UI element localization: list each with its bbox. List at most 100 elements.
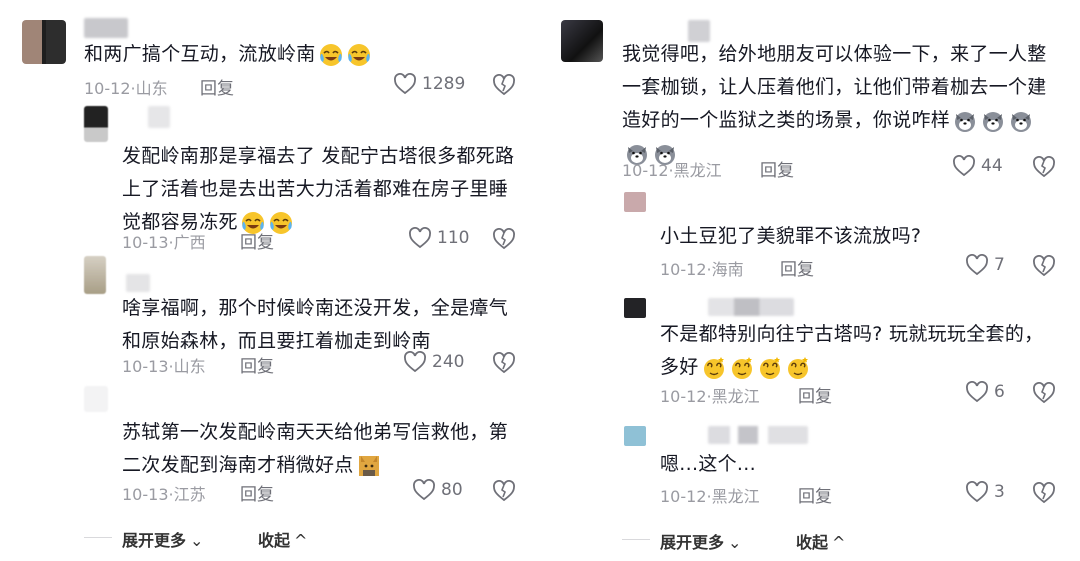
like-count: 110 xyxy=(437,228,470,248)
avatar[interactable] xyxy=(84,386,108,412)
like-button[interactable]: 44 xyxy=(952,155,1003,177)
like-count: 6 xyxy=(994,382,1005,402)
like-button[interactable]: 7 xyxy=(965,254,1005,276)
avatar[interactable] xyxy=(624,426,646,446)
collapse-button[interactable]: 收起 ^ xyxy=(796,529,845,553)
like-count: 240 xyxy=(432,352,465,372)
heart-icon xyxy=(394,73,416,95)
comment-column-right: 我觉得吧，给外地朋友可以体验一下，来了一人整一套枷锁，让人压着他们，让他们带着枷… xyxy=(540,0,1080,561)
reply-button[interactable]: 回复 xyxy=(798,382,832,407)
reply-button[interactable]: 回复 xyxy=(240,480,274,505)
chevron-down-icon: ⌄ xyxy=(728,533,742,552)
heart-icon xyxy=(966,254,988,276)
dizzy-emoji-icon xyxy=(703,356,724,379)
like-button[interactable]: 240 xyxy=(403,351,464,373)
like-count: 80 xyxy=(441,480,463,500)
expand-more-label: 展开更多 xyxy=(660,533,725,552)
comment-date-location: 10-12·海南 xyxy=(660,260,744,279)
like-button[interactable]: 80 xyxy=(412,479,463,501)
username-blurred[interactable] xyxy=(148,106,170,128)
comment-text: 小土豆犯了美貌罪不该流放吗? xyxy=(660,220,1060,253)
username-blurred[interactable] xyxy=(708,298,794,316)
heart-icon xyxy=(966,381,988,403)
heart-icon xyxy=(413,479,435,501)
expand-more-label: 展开更多 xyxy=(122,531,187,550)
username-blurred[interactable] xyxy=(708,426,808,444)
broken-heart-icon[interactable] xyxy=(492,480,516,502)
collapse-label: 收起 xyxy=(258,531,291,550)
collapse-button[interactable]: 收起 ^ xyxy=(258,527,307,551)
comment-date-location: 10-13·广西 xyxy=(122,233,206,252)
comment-text: 发配岭南那是享福去了 发配宁古塔很多都死路上了活着也是去出苦大力活着都难在房子里… xyxy=(122,140,522,239)
comment-date-location: 10-12·黑龙江 xyxy=(622,161,722,180)
reply-button[interactable]: 回复 xyxy=(760,156,794,181)
like-count: 7 xyxy=(994,255,1005,275)
like-button[interactable]: 6 xyxy=(965,381,1005,403)
heart-icon xyxy=(409,227,431,249)
comment-date-location: 10-13·江苏 xyxy=(122,485,206,504)
cat-emoji-icon xyxy=(358,455,379,476)
like-count: 44 xyxy=(981,156,1003,176)
comment-date-location: 10-12·黑龙江 xyxy=(660,487,760,506)
broken-heart-icon[interactable] xyxy=(492,228,516,250)
avatar[interactable] xyxy=(624,298,646,318)
comment-text: 和两广搞个互动，流放岭南 xyxy=(84,38,524,71)
like-button[interactable]: 110 xyxy=(408,227,469,249)
dizzy-emoji-icon xyxy=(759,356,780,379)
like-button[interactable]: 3 xyxy=(965,481,1005,503)
husky-emoji-icon xyxy=(1011,111,1032,132)
laugh-cry-emoji-icon xyxy=(319,43,342,66)
like-button[interactable]: 1289 xyxy=(393,73,465,95)
collapse-label: 收起 xyxy=(796,533,829,552)
comment-text-content: 发配岭南那是享福去了 发配宁古塔很多都死路上了活着也是去出苦大力活着都难在房子里… xyxy=(122,145,515,233)
husky-emoji-icon xyxy=(983,111,1004,132)
comment-column-left: 和两广搞个互动，流放岭南 10-12·山东 回复 1289 发配岭南那是享福去了… xyxy=(0,0,540,561)
comment-date-location: 10-13·山东 xyxy=(122,357,206,376)
username-blurred[interactable] xyxy=(84,18,128,38)
husky-emoji-icon xyxy=(955,111,976,132)
expand-more-button[interactable]: 展开更多 ⌄ xyxy=(660,529,741,553)
avatar[interactable] xyxy=(84,106,108,142)
chevron-up-icon: ^ xyxy=(832,533,846,552)
footer-divider xyxy=(84,537,112,538)
comment-text: 不是都特别向往宁古塔吗? 玩就玩玩全套的，多好 xyxy=(660,318,1060,384)
footer-divider xyxy=(622,539,650,540)
comment-text-content: 嗯...这个... xyxy=(660,453,756,475)
chevron-up-icon: ^ xyxy=(294,531,308,550)
comment-date-location: 10-12·山东 xyxy=(84,79,168,98)
dizzy-emoji-icon xyxy=(731,356,752,379)
username-blurred[interactable] xyxy=(126,274,150,292)
reply-button[interactable]: 回复 xyxy=(780,255,814,280)
dizzy-emoji-icon xyxy=(787,356,808,379)
comment-text: 啥享福啊，那个时候岭南还没开发，全是瘴气和原始森林，而且要扛着枷走到岭南 xyxy=(122,292,522,358)
like-count: 1289 xyxy=(422,74,466,94)
broken-heart-icon[interactable] xyxy=(1032,382,1056,404)
broken-heart-icon[interactable] xyxy=(492,74,516,96)
like-count: 3 xyxy=(994,482,1005,502)
avatar[interactable] xyxy=(22,20,66,64)
comment-text-content: 和两广搞个互动，流放岭南 xyxy=(84,43,316,65)
reply-button[interactable]: 回复 xyxy=(200,74,234,99)
broken-heart-icon[interactable] xyxy=(1032,255,1056,277)
comment-text-content: 苏轼第一次发配岭南天天给他弟写信救他，第二次发配到海南才稍微好点 xyxy=(122,421,509,476)
comment-text-content: 啥享福啊，那个时候岭南还没开发，全是瘴气和原始森林，而且要扛着枷走到岭南 xyxy=(122,297,509,352)
broken-heart-icon[interactable] xyxy=(492,352,516,374)
comment-text: 我觉得吧，给外地朋友可以体验一下，来了一人整一套枷锁，让人压着他们，让他们带着枷… xyxy=(622,38,1062,170)
avatar[interactable] xyxy=(84,256,106,294)
reply-button[interactable]: 回复 xyxy=(240,352,274,377)
comment-text: 苏轼第一次发配岭南天天给他弟写信救他，第二次发配到海南才稍微好点 xyxy=(122,416,522,482)
chevron-down-icon: ⌄ xyxy=(190,531,204,550)
avatar[interactable] xyxy=(624,192,646,212)
comment-text: 嗯...这个... xyxy=(660,448,1060,481)
laugh-cry-emoji-icon xyxy=(347,43,370,66)
avatar[interactable] xyxy=(561,20,603,62)
expand-more-button[interactable]: 展开更多 ⌄ xyxy=(122,527,203,551)
comment-text-content: 小土豆犯了美貌罪不该流放吗? xyxy=(660,225,922,247)
broken-heart-icon[interactable] xyxy=(1032,156,1056,178)
heart-icon xyxy=(404,351,426,373)
comment-date-location: 10-12·黑龙江 xyxy=(660,387,760,406)
reply-button[interactable]: 回复 xyxy=(798,482,832,507)
heart-icon xyxy=(953,155,975,177)
broken-heart-icon[interactable] xyxy=(1032,482,1056,504)
reply-button[interactable]: 回复 xyxy=(240,228,274,253)
